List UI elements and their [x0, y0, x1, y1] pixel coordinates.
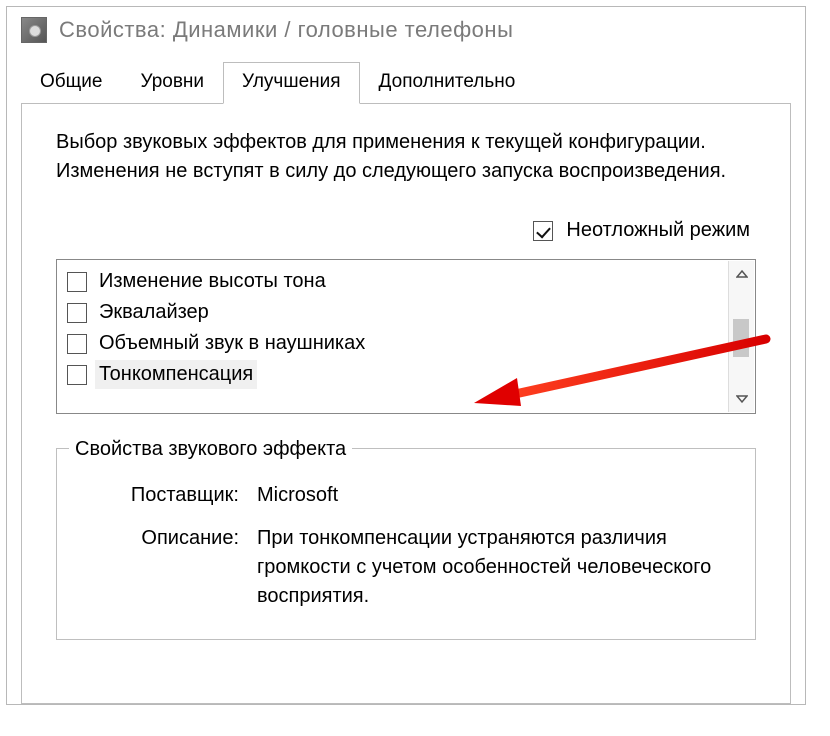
effects-list-wrap: Изменение высоты тона Эквалайзер Объемны… — [56, 259, 756, 414]
tab-content: Выбор звуковых эффектов для применения к… — [21, 104, 791, 704]
scrollbar[interactable] — [728, 261, 754, 412]
effect-checkbox[interactable] — [67, 334, 87, 354]
description-label: Описание: — [77, 524, 257, 611]
scroll-down-icon[interactable] — [729, 386, 754, 412]
group-title: Свойства звукового эффекта — [69, 435, 352, 464]
provider-row: Поставщик: Microsoft — [77, 481, 735, 510]
tab-enhancements[interactable]: Улучшения — [223, 62, 360, 104]
list-item[interactable]: Тонкомпенсация — [67, 359, 745, 390]
effect-label: Тонкомпенсация — [95, 360, 257, 389]
effect-checkbox[interactable] — [67, 272, 87, 292]
description-row: Описание: При тонкомпенсации устраняются… — [77, 524, 735, 611]
effects-listbox[interactable]: Изменение высоты тона Эквалайзер Объемны… — [56, 259, 756, 414]
urgent-mode-row: Неотложный режим — [56, 216, 756, 245]
window-title: Свойства: Динамики / головные телефоны — [59, 17, 513, 43]
effect-label: Эквалайзер — [95, 298, 213, 327]
scroll-thumb[interactable] — [733, 319, 749, 357]
effect-label: Объемный звук в наушниках — [95, 329, 369, 358]
effect-checkbox[interactable] — [67, 303, 87, 323]
provider-value: Microsoft — [257, 481, 735, 510]
tab-advanced[interactable]: Дополнительно — [360, 62, 535, 104]
tab-levels[interactable]: Уровни — [121, 62, 223, 104]
speaker-icon — [21, 17, 47, 43]
list-item[interactable]: Эквалайзер — [67, 297, 745, 328]
titlebar: Свойства: Динамики / головные телефоны — [7, 7, 805, 61]
list-item[interactable]: Изменение высоты тона — [67, 266, 745, 297]
effect-checkbox[interactable] — [67, 365, 87, 385]
intro-text: Выбор звуковых эффектов для применения к… — [56, 128, 756, 186]
urgent-mode-label: Неотложный режим — [566, 219, 750, 241]
effect-properties-group: Свойства звукового эффекта Поставщик: Mi… — [56, 448, 756, 640]
effect-label: Изменение высоты тона — [95, 267, 330, 296]
urgent-mode-checkbox[interactable] — [533, 221, 553, 241]
description-value: При тонкомпенсации устраняются различия … — [257, 524, 735, 611]
list-item[interactable]: Объемный звук в наушниках — [67, 328, 745, 359]
provider-label: Поставщик: — [77, 481, 257, 510]
dialog-window: Свойства: Динамики / головные телефоны О… — [6, 6, 806, 705]
tab-general[interactable]: Общие — [21, 62, 121, 104]
tab-strip: Общие Уровни Улучшения Дополнительно — [21, 61, 791, 104]
scroll-up-icon[interactable] — [729, 261, 754, 287]
